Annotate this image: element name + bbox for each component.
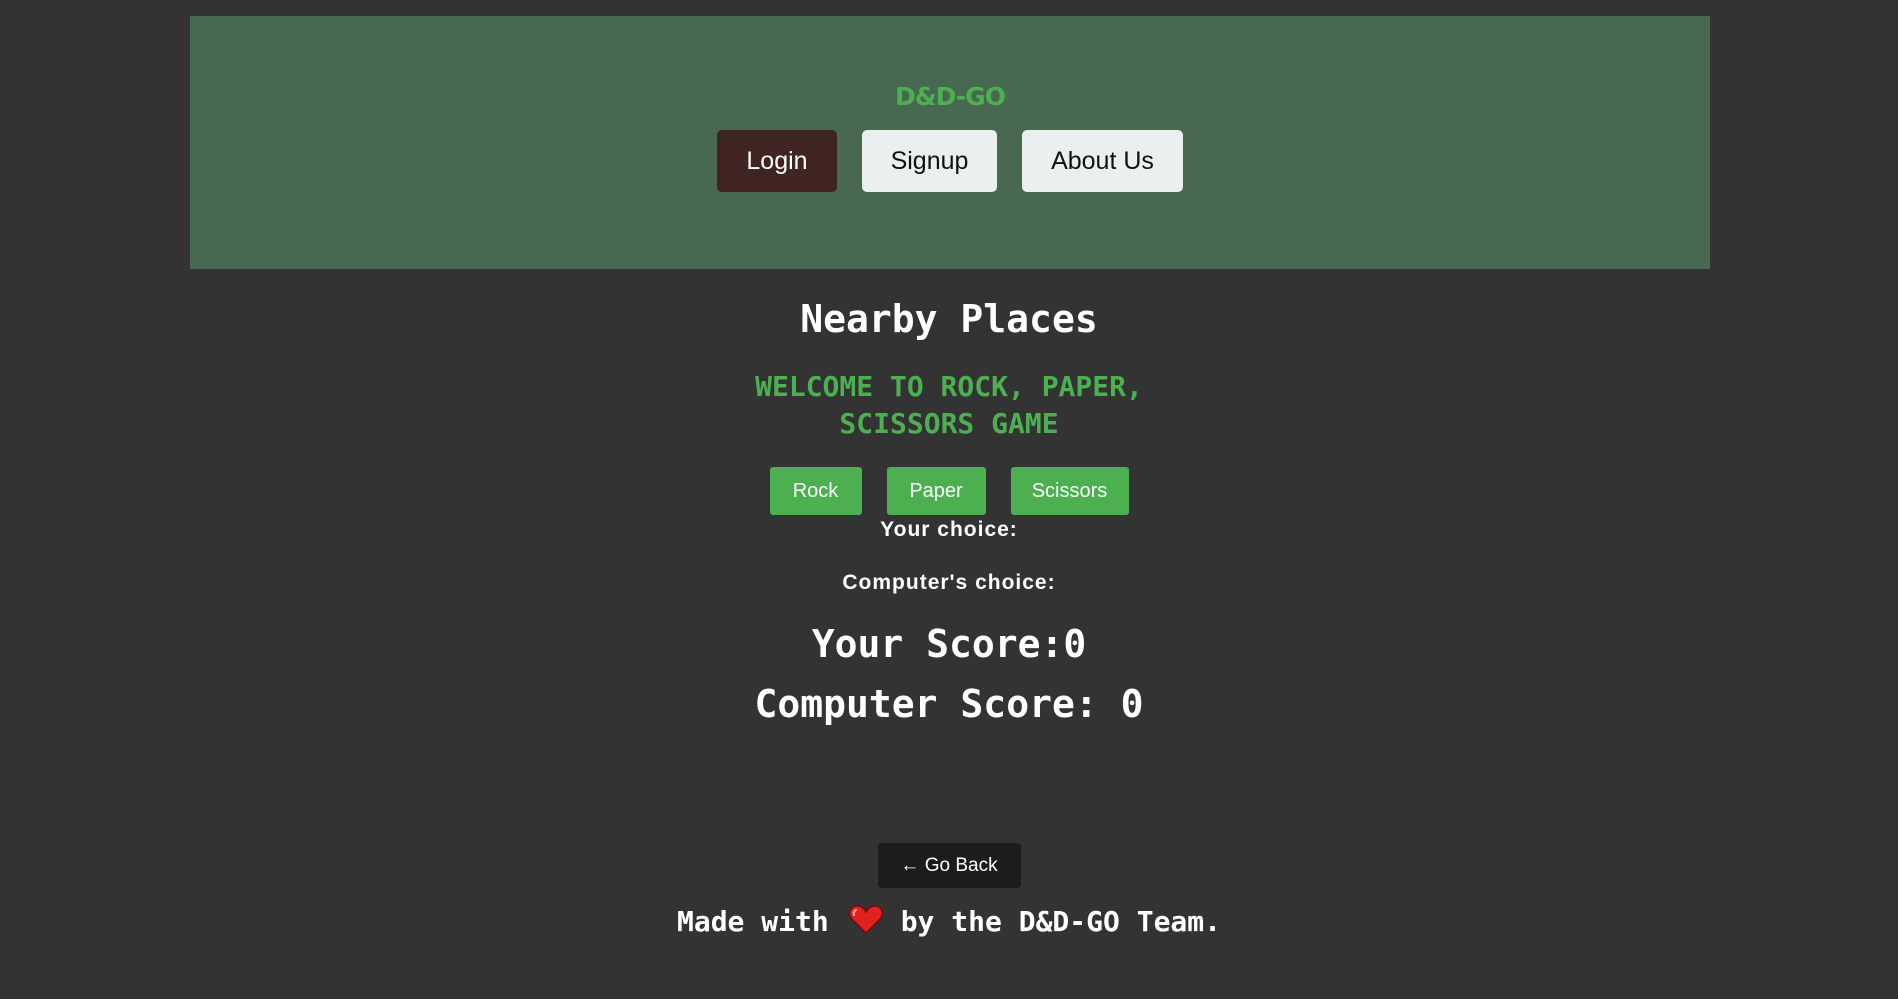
about-us-button[interactable]: About Us	[1022, 130, 1183, 192]
your-choice-label: Your choice:	[880, 518, 1018, 541]
scissors-button[interactable]: Scissors	[1010, 467, 1129, 515]
welcome-heading: WELCOME TO ROCK, PAPER, SCISSORS GAME	[0, 368, 1898, 442]
go-back-button[interactable]: ← Go Back	[877, 843, 1021, 888]
signup-button[interactable]: Signup	[862, 130, 997, 192]
site-header: D&D-GO Login Signup About Us	[190, 16, 1710, 269]
rock-button[interactable]: Rock	[769, 467, 862, 515]
choice-buttons: Rock Paper Scissors	[0, 467, 1898, 515]
footer-made-with: Made with	[676, 905, 829, 938]
footer: Made with by the D&D-GO Team.	[0, 905, 1898, 942]
back-button-wrap: ← Go Back	[0, 843, 1898, 888]
paper-button[interactable]: Paper	[886, 467, 986, 515]
welcome-line-1: WELCOME TO ROCK, PAPER,	[755, 370, 1143, 403]
brand-title: D&D-GO	[895, 82, 1006, 111]
footer-by-team: by the D&D-GO Team.	[900, 905, 1221, 938]
welcome-line-2: SCISSORS GAME	[839, 407, 1059, 440]
nav-bar: Login Signup About Us	[190, 130, 1710, 192]
your-score: Your Score:0	[811, 622, 1087, 666]
computer-score: Computer Score: 0	[754, 682, 1144, 726]
page-title: Nearby Places	[800, 297, 1098, 341]
computer-choice-label: Computer's choice:	[842, 571, 1056, 594]
login-button[interactable]: Login	[717, 130, 837, 192]
heart-icon	[848, 905, 883, 942]
